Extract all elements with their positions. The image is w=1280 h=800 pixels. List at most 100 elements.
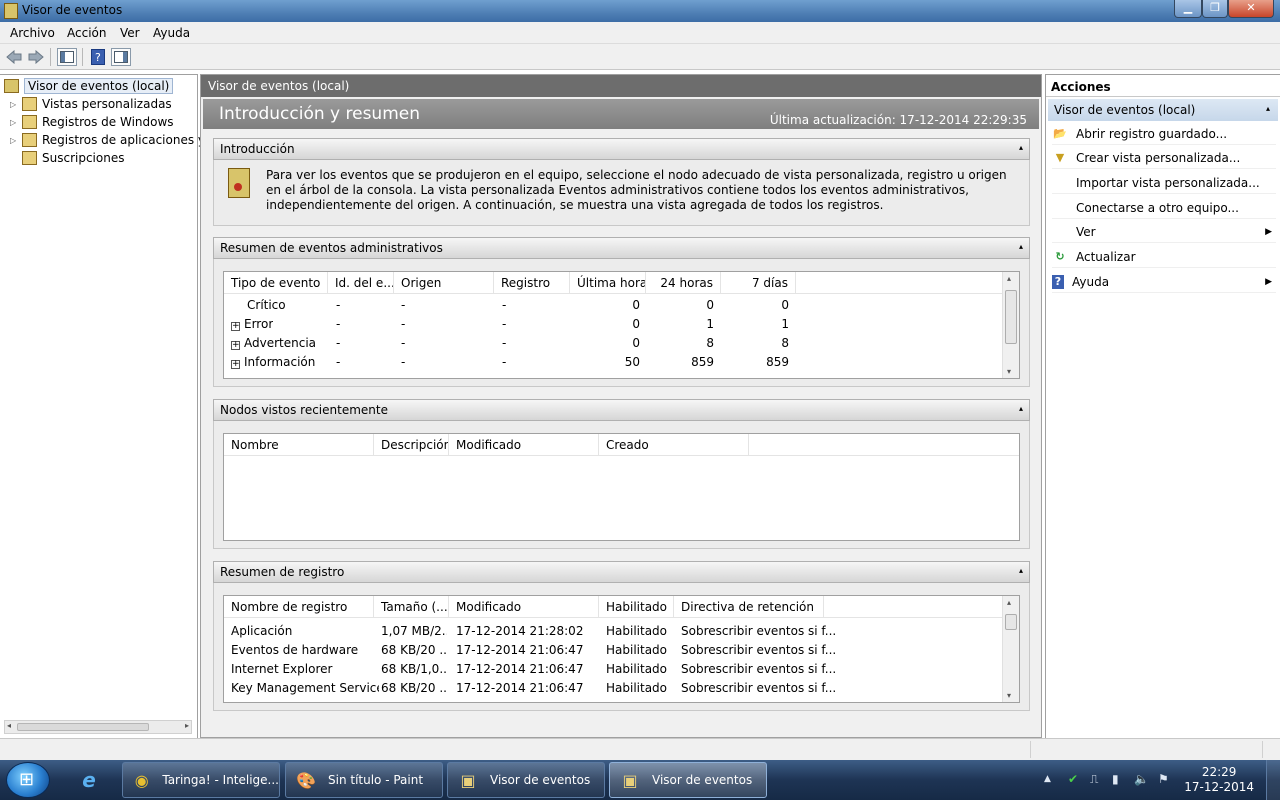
close-button[interactable]: ✕: [1228, 0, 1274, 18]
collapse-icon[interactable]: ▴: [1019, 242, 1023, 251]
tree-horizontal-scrollbar[interactable]: ◂ ▸: [4, 720, 192, 734]
table-row[interactable]: Key Management Service 68 KB/20 ... 17-1…: [224, 679, 1019, 698]
console-tree-icon[interactable]: [57, 48, 77, 66]
table-row[interactable]: + Información - - - 50 859 859: [224, 353, 1019, 372]
collapse-icon[interactable]: ▴: [1019, 404, 1023, 413]
expand-plus-icon[interactable]: +: [231, 360, 240, 369]
table-row[interactable]: Internet Explorer 68 KB/1,0... 17-12-201…: [224, 660, 1019, 679]
scroll-left-icon[interactable]: ◂: [7, 721, 11, 730]
tree-item-app-logs[interactable]: ▷ Registros de aplicaciones y s: [10, 131, 215, 149]
scroll-up-icon[interactable]: ▴: [1007, 598, 1011, 607]
vertical-scrollbar[interactable]: ▴ ▾: [1002, 272, 1019, 378]
maximize-button[interactable]: ❐: [1202, 0, 1228, 18]
column-header[interactable]: Habilitado: [599, 596, 674, 618]
collapse-icon[interactable]: ▴: [1266, 104, 1270, 113]
column-header[interactable]: Directiva de retención: [674, 596, 824, 618]
expand-arrow-icon[interactable]: ▷: [10, 136, 18, 145]
action-connect-computer[interactable]: Conectarse a otro equipo...: [1052, 197, 1276, 219]
column-header[interactable]: Creado: [599, 434, 749, 456]
column-header[interactable]: Nombre de registro: [224, 596, 374, 618]
column-header[interactable]: Registro: [494, 272, 570, 294]
column-header[interactable]: 7 días: [721, 272, 796, 294]
column-header[interactable]: Tamaño (...: [374, 596, 449, 618]
tree-item-label: Registros de Windows: [42, 115, 174, 129]
menu-archivo[interactable]: Archivo: [10, 26, 55, 40]
table-row[interactable]: + Error - - - 0 1 1: [224, 315, 1019, 334]
actions-group-header[interactable]: Visor de eventos (local) ▴: [1048, 99, 1278, 121]
scroll-down-icon[interactable]: ▾: [1007, 691, 1011, 700]
menu-ayuda[interactable]: Ayuda: [153, 26, 190, 40]
expand-plus-icon[interactable]: +: [231, 322, 240, 331]
collapse-icon[interactable]: ▴: [1019, 143, 1023, 152]
start-button[interactable]: [6, 762, 50, 798]
title-bar[interactable]: Visor de eventos ▁ ❐ ✕: [0, 0, 1280, 22]
minimize-button[interactable]: ▁: [1174, 0, 1202, 18]
table-row[interactable]: Aplicación 1,07 MB/2... 17-12-2014 21:28…: [224, 622, 1019, 641]
table-row[interactable]: Crítico - - - 0 0 0: [224, 296, 1019, 315]
table-row[interactable]: Eventos de hardware 68 KB/20 ... 17-12-2…: [224, 641, 1019, 660]
tree-item-windows-logs[interactable]: ▷ Registros de Windows: [10, 113, 174, 131]
tree-item-custom-views[interactable]: ▷ Vistas personalizadas: [10, 95, 172, 113]
column-header[interactable]: Nombre: [224, 434, 374, 456]
task-event-viewer-2[interactable]: ▣ Visor de eventos: [609, 762, 767, 798]
column-header[interactable]: Modificado: [449, 596, 599, 618]
section-recent-nodes-header[interactable]: Nodos vistos recientemente ▴: [213, 399, 1030, 421]
column-header[interactable]: Origen: [394, 272, 494, 294]
scroll-right-icon[interactable]: ▸: [185, 721, 189, 730]
show-desktop-button[interactable]: [1266, 760, 1280, 800]
action-view[interactable]: Ver ▶: [1052, 221, 1276, 243]
vertical-scrollbar[interactable]: ▴ ▾: [1002, 596, 1019, 702]
task-event-viewer-1[interactable]: ▣ Visor de eventos: [447, 762, 605, 798]
menu-ver[interactable]: Ver: [120, 26, 140, 40]
admin-summary-table[interactable]: Tipo de evento Id. del e... Origen Regis…: [223, 271, 1020, 379]
table-row[interactable]: + Advertencia - - - 0 8 8: [224, 334, 1019, 353]
recent-nodes-table[interactable]: Nombre Descripción Modificado Creado: [223, 433, 1020, 541]
clock[interactable]: 22:29 17-12-2014: [1184, 765, 1254, 795]
task-label: Sin título - Paint: [328, 773, 424, 787]
section-log-summary-header[interactable]: Resumen de registro ▴: [213, 561, 1030, 583]
action-refresh[interactable]: ↻ Actualizar: [1052, 246, 1276, 268]
scroll-down-icon[interactable]: ▾: [1007, 367, 1011, 376]
flag-icon[interactable]: ⚑: [1158, 772, 1169, 786]
task-paint[interactable]: 🎨 Sin título - Paint: [285, 762, 443, 798]
notification-icon[interactable]: ▲: [1044, 774, 1051, 784]
section-admin-summary-header[interactable]: Resumen de eventos administrativos ▴: [213, 237, 1030, 259]
section-intro-header[interactable]: Introducción ▴: [213, 138, 1030, 160]
scroll-thumb[interactable]: [1005, 614, 1017, 630]
column-header[interactable]: Última hora: [570, 272, 646, 294]
signal-icon[interactable]: ▮: [1112, 772, 1119, 786]
log-modified: 17-12-2014 21:06:47: [456, 681, 584, 695]
security-icon[interactable]: ✔: [1068, 772, 1078, 786]
back-arrow-icon[interactable]: [4, 48, 24, 66]
internet-explorer-icon[interactable]: e: [72, 763, 106, 797]
forward-arrow-icon[interactable]: [26, 48, 46, 66]
action-help[interactable]: ? Ayuda ▶: [1052, 271, 1276, 293]
collapse-icon[interactable]: ▴: [1019, 566, 1023, 575]
console-tree[interactable]: Visor de eventos (local) ▷ Vistas person…: [0, 74, 215, 738]
help-icon[interactable]: ?: [88, 48, 108, 66]
column-header[interactable]: Tipo de evento: [224, 272, 328, 294]
column-header[interactable]: Descripción: [374, 434, 449, 456]
log-summary-table[interactable]: Nombre de registro Tamaño (... Modificad…: [223, 595, 1020, 703]
column-header[interactable]: 24 horas: [646, 272, 721, 294]
scroll-thumb[interactable]: [17, 723, 149, 731]
scroll-thumb[interactable]: [1005, 290, 1017, 344]
usb-icon[interactable]: ⎍: [1090, 772, 1098, 787]
tree-item-subscriptions[interactable]: Suscripciones: [10, 149, 124, 167]
tree-item-local[interactable]: Visor de eventos (local): [4, 77, 174, 95]
action-open-saved-log[interactable]: 📂 Abrir registro guardado...: [1052, 123, 1276, 145]
task-chrome[interactable]: ◉ Taringa! - Intelige...: [122, 762, 280, 798]
expand-arrow-icon[interactable]: ▷: [10, 100, 18, 109]
action-pane-icon[interactable]: [111, 48, 131, 66]
action-create-custom-view[interactable]: ▼ Crear vista personalizada...: [1052, 147, 1276, 169]
log-policy: Sobrescribir eventos si f...: [681, 643, 837, 657]
expand-arrow-icon[interactable]: ▷: [10, 118, 18, 127]
menu-accion[interactable]: Acción: [67, 26, 106, 40]
column-header[interactable]: Id. del e...: [328, 272, 394, 294]
toolbar-separator: [82, 48, 83, 66]
scroll-up-icon[interactable]: ▴: [1007, 274, 1011, 283]
action-import-custom-view[interactable]: Importar vista personalizada...: [1052, 172, 1276, 194]
volume-icon[interactable]: 🔈: [1134, 772, 1149, 786]
expand-plus-icon[interactable]: +: [231, 341, 240, 350]
column-header[interactable]: Modificado: [449, 434, 599, 456]
